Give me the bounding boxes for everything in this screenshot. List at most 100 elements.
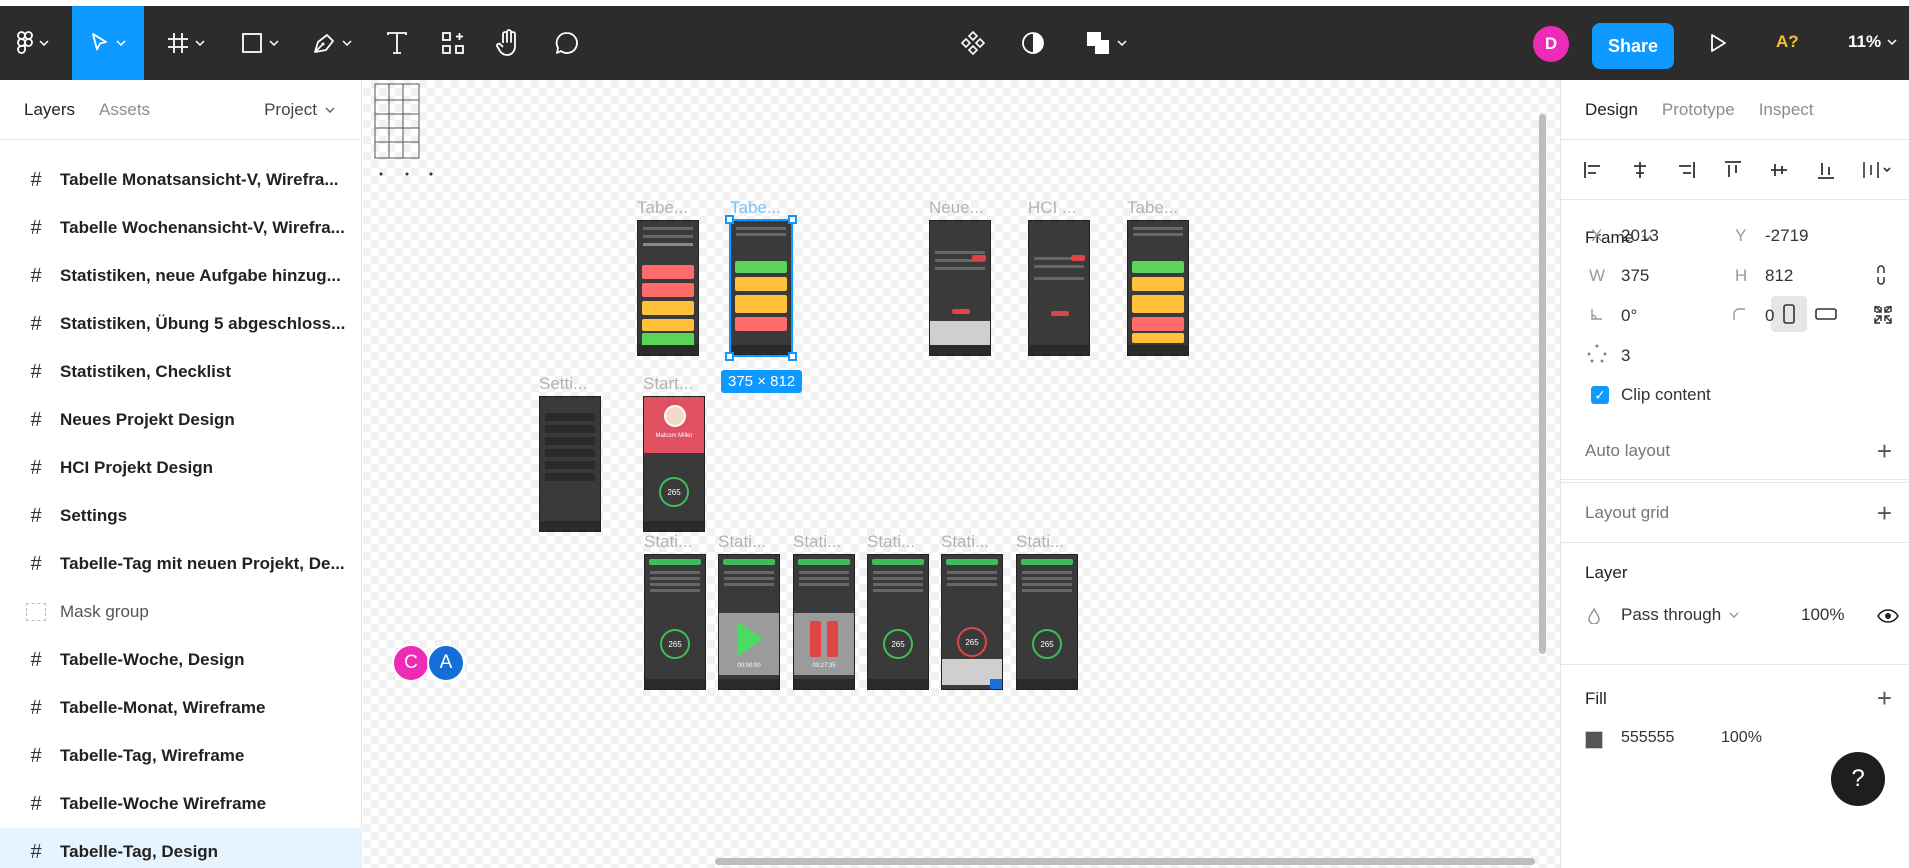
layer-row[interactable]: # Tabelle-Woche Wireframe [0,780,362,828]
resize-handle[interactable] [788,215,797,224]
zoom-control[interactable]: 11% [1848,32,1897,52]
frame-label[interactable]: Stati... [718,532,766,552]
frame-label[interactable]: Tabe... [1127,198,1178,218]
frame-statistiken-2[interactable]: 00:00:00 [718,554,780,690]
resources-button[interactable] [430,6,476,80]
frame-startseite[interactable]: Malcom Miller 265 [643,396,705,532]
eye-icon[interactable] [1877,609,1899,623]
blend-mode-select[interactable]: Pass through [1621,605,1739,625]
distribute-icon[interactable] [1862,160,1909,180]
frame-tabelle-1[interactable] [637,220,699,356]
page-selector[interactable]: Project [264,100,335,120]
align-right-icon[interactable] [1676,160,1723,180]
frame-label[interactable]: HCI ... [1028,198,1076,218]
layer-opacity-input[interactable]: 100% [1801,605,1844,625]
shape-tool-button[interactable] [232,6,288,80]
frame-statistiken-5[interactable]: 265 [941,554,1003,690]
frame-statistiken-4[interactable]: 265 [867,554,929,690]
frame-hci-projekt[interactable] [1028,220,1090,356]
align-horizontal-center-icon[interactable] [1630,160,1677,180]
boolean-groups-button[interactable] [1078,6,1134,80]
width-input[interactable]: 375 [1621,266,1649,286]
help-button[interactable]: ? [1831,752,1885,806]
pen-tool-button[interactable] [304,6,360,80]
frame-label[interactable]: Stati... [644,532,692,552]
vertical-scrollbar[interactable] [1539,114,1546,654]
frame-statistiken-3[interactable]: 00:27:35 [793,554,855,690]
layer-row[interactable]: Mask group [0,588,362,636]
move-tool-button[interactable] [72,6,144,80]
frame-label[interactable]: Tabe... [637,198,688,218]
layer-row[interactable]: # Tabelle-Tag mit neuen Projekt, De... [0,540,362,588]
align-top-icon[interactable] [1723,160,1770,180]
main-menu-button[interactable] [8,6,58,80]
canvas[interactable]: Tabe... Tabe... 375 × 812 Neue... HCI ..… [363,80,1560,868]
layer-row[interactable]: # Tabelle Wochenansicht-V, Wirefra... [0,204,362,252]
height-input[interactable]: 812 [1765,266,1793,286]
layer-row[interactable]: # Statistiken, neue Aufgabe hinzug... [0,252,362,300]
comment-tool-button[interactable] [544,6,590,80]
frame-label-selected[interactable]: Tabe... [730,198,781,218]
hand-tool-button[interactable] [486,6,532,80]
resize-handle[interactable] [725,352,734,361]
frame-settings[interactable] [539,396,601,532]
constrain-proportions-icon[interactable] [1874,264,1888,286]
tab-inspect[interactable]: Inspect [1759,100,1814,120]
frame-statistiken-1[interactable]: 265 [644,554,706,690]
frame-label[interactable]: Stati... [941,532,989,552]
corner-radius-input[interactable]: 0 [1765,306,1774,326]
layer-row[interactable]: # HCI Projekt Design [0,444,362,492]
align-left-icon[interactable] [1583,160,1630,180]
landscape-orientation-icon[interactable] [1808,296,1844,332]
layer-row[interactable]: # Tabelle Monatsansicht-V, Wirefra... [0,156,362,204]
collaborator-avatar[interactable]: C [392,644,430,682]
frame-label[interactable]: Setti... [539,374,587,394]
share-button[interactable]: Share [1592,23,1674,69]
layer-row[interactable]: # Statistiken, Übung 5 abgeschloss... [0,300,362,348]
align-bottom-icon[interactable] [1816,160,1863,180]
rotation-input[interactable]: 0° [1621,306,1637,326]
tab-prototype[interactable]: Prototype [1662,100,1735,120]
wireframe-thumbnail[interactable] [369,80,435,178]
layer-row[interactable]: # Statistiken, Checklist [0,348,362,396]
add-fill-icon[interactable]: + [1877,685,1892,711]
layer-row[interactable]: # Tabelle-Woche, Design [0,636,362,684]
frame-statistiken-6[interactable]: 265 [1016,554,1078,690]
frame-label[interactable]: Stati... [867,532,915,552]
frame-label[interactable]: Start... [643,374,693,394]
layer-row[interactable]: # Neues Projekt Design [0,396,362,444]
layer-row[interactable]: # Tabelle-Monat, Wireframe [0,684,362,732]
independent-corners-icon[interactable] [1874,306,1892,324]
layer-row[interactable]: # Tabelle-Tag, Wireframe [0,732,362,780]
frame-neues-projekt[interactable] [929,220,991,356]
portrait-orientation-icon[interactable] [1771,296,1807,332]
accessibility-check-button[interactable]: A? [1776,32,1799,52]
resize-handle[interactable] [725,215,734,224]
mask-button[interactable] [1010,6,1056,80]
tab-assets[interactable]: Assets [99,100,150,120]
frame-label[interactable]: Neue... [929,198,984,218]
points-input[interactable]: 3 [1621,346,1630,366]
present-button[interactable] [1696,6,1740,80]
fill-color-swatch[interactable] [1585,731,1603,749]
current-user-avatar[interactable]: D [1533,26,1569,62]
x-input[interactable]: 2013 [1621,226,1659,246]
horizontal-scrollbar[interactable] [715,858,1535,865]
add-layout-grid-icon[interactable]: + [1877,500,1892,526]
tab-layers[interactable]: Layers [24,100,75,120]
fill-hex-input[interactable]: 555555 [1621,729,1674,747]
tab-design[interactable]: Design [1585,100,1638,120]
y-input[interactable]: -2719 [1765,226,1808,246]
frame-label[interactable]: Stati... [793,532,841,552]
add-auto-layout-icon[interactable]: + [1877,438,1892,464]
layer-row[interactable]: # Settings [0,492,362,540]
fill-opacity-input[interactable]: 100% [1721,729,1762,747]
frame-tool-button[interactable] [158,6,214,80]
frame-tabelle-tag-projekt[interactable] [1127,220,1189,356]
align-vertical-center-icon[interactable] [1769,160,1816,180]
component-button[interactable] [950,6,996,80]
clip-content-checkbox[interactable]: ✓ [1591,386,1609,404]
text-tool-button[interactable] [374,6,420,80]
layer-row[interactable]: # Tabelle-Tag, Design [0,828,362,868]
resize-handle[interactable] [788,352,797,361]
